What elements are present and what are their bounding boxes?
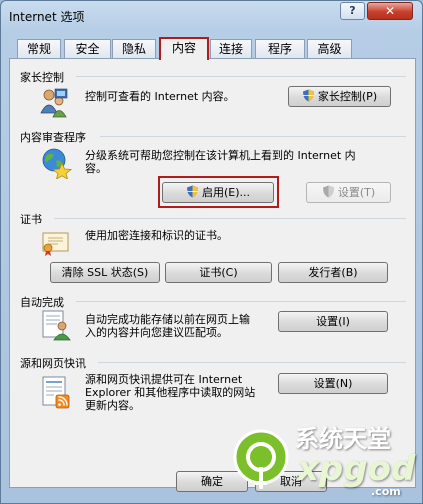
divider (76, 301, 406, 302)
certificates-description: 使用加密连接和标识的证书。 (85, 229, 228, 242)
watermark-logo-icon (233, 429, 289, 489)
tab-connections[interactable]: 连接 (210, 39, 252, 59)
help-button[interactable]: ? (340, 2, 365, 20)
parental-users-icon (38, 87, 68, 122)
feeds-description-line1: 源和网页快讯提供可在 Internet (85, 373, 243, 386)
feeds-settings-button[interactable]: 设置(N) (278, 373, 388, 394)
autocomplete-description-line2: 入的内容并向您建议匹配项。 (85, 326, 228, 339)
parental-controls-button-label: 家长控制(P) (317, 90, 378, 103)
content-advisor-settings-button[interactable]: 设置(T) (306, 182, 391, 203)
publishers-button[interactable]: 发行者(B) (278, 262, 388, 283)
divider (54, 218, 406, 219)
watermark-brand: xpgod (297, 449, 416, 489)
certificates-button[interactable]: 证书(C) (165, 262, 272, 283)
feeds-description-line3: 更新内容。 (85, 399, 140, 412)
uac-shield-icon (322, 185, 334, 198)
autocomplete-settings-button[interactable]: 设置(I) (278, 311, 388, 332)
watermark-domain: .com (371, 485, 401, 498)
feeds-icon (40, 375, 72, 412)
clear-ssl-state-button[interactable]: 清除 SSL 状态(S) (50, 262, 160, 283)
content-advisor-settings-label: 设置(T) (337, 186, 376, 199)
uac-shield-icon (302, 89, 314, 102)
autocomplete-heading: 自动完成 (20, 296, 64, 309)
feeds-description-line2: Explorer 和其他程序中读取的网站 (85, 386, 256, 399)
autocomplete-description-line1: 自动完成功能存储以前在网页上输 (85, 313, 250, 326)
tab-programs[interactable]: 程序 (255, 39, 305, 59)
tab-advanced[interactable]: 高级 (307, 39, 352, 59)
divider (98, 362, 406, 363)
parental-controls-heading: 家长控制 (20, 71, 64, 84)
autocomplete-form-icon (40, 309, 72, 344)
content-advisor-description-line1: 分级系统可帮助您控制在该计算机上看到的 Internet 内 (85, 149, 356, 162)
content-advisor-heading: 内容审查程序 (20, 131, 86, 144)
parental-controls-description: 控制可查看的 Internet 内容。 (85, 90, 235, 103)
window-title: Internet 选项 (9, 10, 85, 24)
site-watermark: 系统天堂 xpgod .com (233, 419, 423, 504)
tab-content[interactable]: 内容 (159, 37, 209, 60)
tab-security[interactable]: 安全 (64, 39, 111, 59)
tab-privacy[interactable]: 隐私 (112, 39, 156, 59)
highlight-box (158, 176, 279, 208)
feeds-heading: 源和网页快讯 (20, 357, 86, 370)
content-advisor-globe-star-icon (40, 147, 73, 182)
certificates-heading: 证书 (20, 213, 42, 226)
certificate-icon (40, 229, 70, 260)
title-bar[interactable]: Internet 选项 ? ✕ (1, 1, 422, 29)
tab-general[interactable]: 常规 (17, 39, 61, 59)
divider (100, 136, 406, 137)
close-button[interactable]: ✕ (367, 2, 413, 20)
parental-controls-button[interactable]: 家长控制(P) (288, 86, 391, 107)
divider (76, 76, 406, 77)
internet-options-dialog: Internet 选项 ? ✕ 常规 安全 隐私 内容 连接 程序 高级 家长控… (0, 0, 423, 504)
content-advisor-description-line2: 容。 (85, 162, 107, 175)
